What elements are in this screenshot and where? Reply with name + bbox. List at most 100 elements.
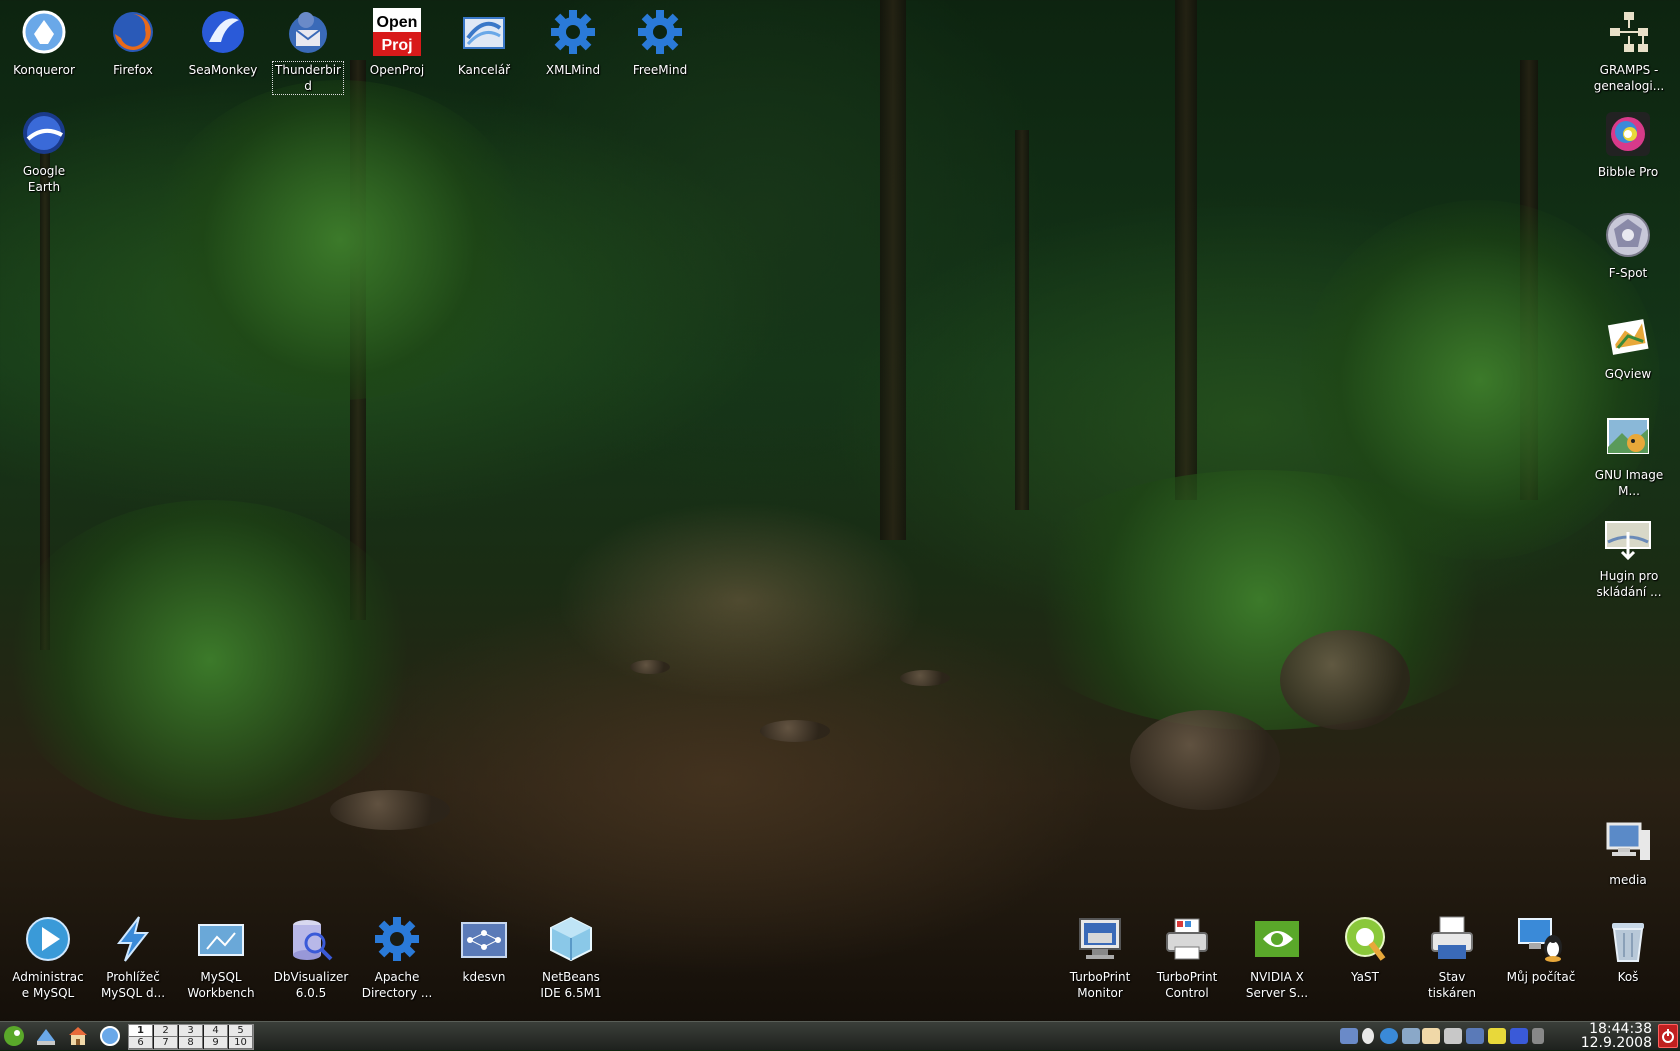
desktop-icon-yast[interactable]: YaST	[1322, 915, 1408, 985]
desktop-icon-thunderbird[interactable]: Thunderbird	[265, 8, 351, 95]
desktop-icon-mysql-admin[interactable]: Administrace MySQL	[5, 915, 91, 1001]
logout-button[interactable]	[1658, 1024, 1678, 1048]
network-tray-icon[interactable]	[1362, 1028, 1374, 1044]
dbvisualizer-icon	[287, 915, 335, 963]
icon-label: Administrace MySQL	[12, 970, 84, 1000]
icon-label: Můj počítač	[1506, 970, 1576, 984]
notes-tray-icon[interactable]	[1488, 1028, 1506, 1044]
keyboard-layout-tray-icon[interactable]	[1510, 1028, 1528, 1044]
pager-desktop-3[interactable]: 3	[179, 1025, 203, 1037]
pager-desktop-5[interactable]: 5	[229, 1025, 253, 1037]
volume-tray-icon[interactable]	[1380, 1028, 1398, 1044]
icon-label: Konqueror	[13, 63, 75, 77]
icon-label: YaST	[1351, 970, 1379, 984]
desktop-icon-turboprint-monitor[interactable]: TurboPrint Monitor	[1057, 915, 1143, 1001]
gqview-icon	[1604, 312, 1652, 360]
pager-desktop-10[interactable]: 10	[229, 1037, 253, 1049]
lightning-icon	[109, 915, 157, 963]
desktop-icon-fspot[interactable]: F-Spot	[1585, 211, 1671, 281]
desktop-icon-freemind[interactable]: FreeMind	[617, 8, 703, 78]
mail-tray-icon[interactable]	[1466, 1028, 1484, 1044]
nvidia-icon	[1253, 915, 1301, 963]
icon-label: XMLMind	[545, 63, 601, 77]
icon-label: Apache Directory ...	[361, 970, 433, 1000]
google-earth-icon	[20, 109, 68, 157]
desktop-icon-gramps[interactable]: GRAMPS - genealogi...	[1585, 8, 1671, 94]
bluetooth-tray-icon[interactable]	[1532, 1028, 1544, 1044]
fspot-icon	[1604, 211, 1652, 259]
konqueror-icon	[20, 8, 68, 56]
show-desktop-button[interactable]	[35, 1025, 57, 1047]
desktop-icon-netbeans[interactable]: NetBeans IDE 6.5M1	[528, 915, 614, 1001]
openproj-icon: Open Proj	[373, 8, 421, 56]
yast-icon	[1341, 915, 1389, 963]
icon-label: Stav tiskáren	[1427, 970, 1477, 1000]
hugin-icon	[1604, 514, 1652, 562]
kdesvn-icon	[460, 915, 508, 963]
seamonkey-icon	[199, 8, 247, 56]
desktop-icon-nvidia[interactable]: NVIDIA X Server S...	[1234, 915, 1320, 1001]
desktop-icon-hugin[interactable]: Hugin pro skládání ...	[1585, 514, 1671, 600]
desktop-icon-xmlmind[interactable]: XMLMind	[530, 8, 616, 78]
konqueror-launcher[interactable]	[99, 1025, 121, 1047]
clock-time: 18:44:38	[1589, 1021, 1652, 1037]
clock-date: 12.9.2008	[1580, 1035, 1652, 1051]
icon-label: Thunderbird	[272, 61, 344, 95]
power-icon	[1662, 1029, 1674, 1043]
desktop-icon-bibble[interactable]: Bibble Pro	[1585, 110, 1671, 180]
firefox-icon	[109, 8, 157, 56]
pager-desktop-9[interactable]: 9	[204, 1037, 228, 1049]
desktop-icon-google-earth[interactable]: Google Earth	[1, 109, 87, 195]
desktop-icon-dbvisualizer[interactable]: DbVisualizer 6.0.5	[268, 915, 354, 1001]
desktop-icon-apache-directory[interactable]: Apache Directory ...	[354, 915, 440, 1001]
icon-label: SeaMonkey	[188, 63, 258, 77]
desktop-icon-mysql-workbench[interactable]: MySQL Workbench	[178, 915, 264, 1001]
pager-desktop-2[interactable]: 2	[154, 1025, 178, 1037]
desktop-icon-trash[interactable]: Koš	[1585, 915, 1671, 985]
usb-tray-icon[interactable]	[1402, 1028, 1420, 1044]
kmenu-button[interactable]	[3, 1025, 25, 1047]
bibble-icon	[1604, 110, 1652, 158]
desktop-icon-mysql-browser[interactable]: Prohlížeč MySQL d...	[90, 915, 176, 1001]
pager-desktop-7[interactable]: 7	[154, 1037, 178, 1049]
desktop-icon-seamonkey[interactable]: SeaMonkey	[180, 8, 266, 78]
pager-desktop-4[interactable]: 4	[204, 1025, 228, 1037]
pager-desktop-6[interactable]: 6	[129, 1037, 153, 1049]
desktop-icon-media[interactable]: media	[1585, 818, 1671, 888]
pager-desktop-1[interactable]: 1	[129, 1025, 153, 1037]
desktop-icon-firefox[interactable]: Firefox	[90, 8, 176, 78]
desktop-icon-gqview[interactable]: GQview	[1585, 312, 1671, 382]
icon-label: Google Earth	[22, 164, 66, 194]
netbeans-icon	[547, 915, 595, 963]
clipboard-tray-icon[interactable]	[1422, 1028, 1440, 1044]
workbench-icon	[197, 915, 245, 963]
desktop-icon-printer-status[interactable]: Stav tiskáren	[1409, 915, 1495, 1001]
icon-label: kdesvn	[462, 970, 506, 984]
home-icon	[69, 1027, 87, 1045]
gear-icon	[373, 915, 421, 963]
kde-panel: 1 2 3 4 5 6 7 8 9 10 18:44:38 12.9.2008	[0, 1021, 1680, 1050]
home-folder-button[interactable]	[67, 1025, 89, 1047]
pager-desktop-8[interactable]: 8	[179, 1037, 203, 1049]
icon-label: Koš	[1617, 970, 1639, 984]
icon-label: MySQL Workbench	[187, 970, 255, 1000]
icon-label: NVIDIA X Server S...	[1245, 970, 1309, 1000]
konqueror-icon	[100, 1026, 120, 1046]
gimp-icon	[1604, 413, 1652, 461]
desktop-icon-openproj[interactable]: Open Proj OpenProj	[354, 8, 440, 78]
desktop-icon-konqueror[interactable]: Konqueror	[1, 8, 87, 78]
desktop-icon-turboprint-control[interactable]: TurboPrint Control	[1144, 915, 1230, 1001]
updater-tray-icon[interactable]	[1444, 1028, 1462, 1044]
desktop-icon-kdesvn[interactable]: kdesvn	[441, 915, 527, 985]
icon-label: Bibble Pro	[1597, 165, 1659, 179]
office-icon	[460, 8, 508, 56]
svg-text:Open: Open	[377, 14, 418, 31]
desktop-icon-kancelar[interactable]: Kancelář	[441, 8, 527, 78]
desktop-icon-gimp[interactable]: GNU Image M...	[1585, 413, 1671, 499]
icon-label: GNU Image M...	[1594, 468, 1664, 498]
desktop-icon	[37, 1029, 55, 1045]
desktop-icon-my-computer[interactable]: Můj počítač	[1498, 915, 1584, 985]
panel-clock[interactable]: 18:44:38 12.9.2008	[1581, 1022, 1652, 1050]
computer-icon	[1604, 818, 1652, 866]
display-tray-icon[interactable]	[1340, 1028, 1358, 1044]
